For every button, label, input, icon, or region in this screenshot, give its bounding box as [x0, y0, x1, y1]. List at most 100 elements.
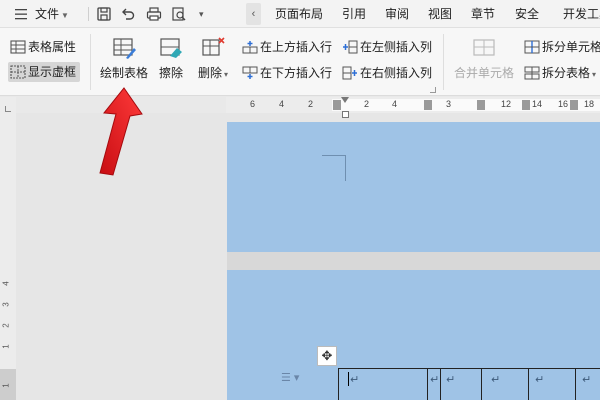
ruler-column-marker[interactable]	[424, 100, 432, 110]
insert-col-right-icon	[342, 66, 357, 80]
delete-button[interactable]: 删除 ▾	[194, 36, 232, 88]
insert-col-left-icon	[343, 40, 358, 54]
gridlines-icon	[10, 65, 26, 79]
ruler-label: 16	[558, 99, 569, 109]
split-cells-label: 拆分单元格	[542, 40, 600, 54]
table-border	[575, 368, 576, 400]
print-preview-icon[interactable]	[171, 6, 187, 22]
file-menu[interactable]: 文件 ▼	[35, 0, 69, 28]
ruler-corner-icon	[5, 106, 11, 112]
tab-chapter[interactable]: 章节	[471, 0, 495, 28]
insert-col-right-button[interactable]: 在右侧插入列	[340, 63, 432, 83]
ruler-label: 3	[446, 99, 452, 109]
tab-view[interactable]: 视图	[428, 0, 452, 28]
insert-row-above-label: 在上方插入行	[260, 40, 333, 54]
tab-review[interactable]: 审阅	[385, 0, 409, 28]
document-page[interactable]	[227, 122, 600, 252]
insert-row-below-button[interactable]: 在下方插入行	[240, 63, 332, 83]
chevron-down-icon: ▼	[61, 11, 69, 20]
ruler-label: 4	[279, 99, 285, 109]
split-table-label: 拆分表格	[542, 66, 591, 80]
insert-col-left-button[interactable]: 在左侧插入列	[340, 37, 432, 57]
menu-hamburger-icon[interactable]	[14, 0, 28, 28]
ruler-label: 12	[501, 99, 512, 109]
page-corner-mark	[322, 155, 346, 181]
table-border	[338, 368, 339, 400]
table-border	[440, 368, 441, 400]
insert-row-above-button[interactable]: 在上方插入行	[240, 37, 332, 57]
ruler-label: 2	[1, 323, 11, 328]
ruler-label: 14	[532, 99, 543, 109]
save-icon[interactable]	[96, 6, 112, 22]
insert-row-above-icon	[242, 41, 258, 54]
merge-cells-button[interactable]: 合并单元格	[451, 36, 517, 88]
ruler-label: 1	[1, 344, 11, 349]
merge-cells-label: 合并单元格	[453, 66, 514, 80]
split-cells-icon	[524, 40, 540, 54]
table-border	[427, 368, 428, 400]
dialog-launcher-icon[interactable]	[430, 87, 436, 93]
tabs-scroll-left-button[interactable]: ‹	[246, 3, 261, 25]
erase-button[interactable]: 擦除	[155, 36, 187, 88]
show-gridlines-button[interactable]: 显示虚框	[8, 62, 81, 82]
delete-label: 删除	[197, 66, 222, 80]
erase-label: 擦除	[158, 66, 183, 80]
ruler-label: 1	[1, 383, 11, 388]
table-border	[481, 368, 482, 400]
show-gridlines-label: 显示虚框	[28, 65, 77, 79]
draw-table-label: 绘制表格	[99, 66, 148, 80]
table-cell[interactable]: ↵	[535, 373, 544, 386]
ruler-label: 6	[250, 99, 256, 109]
first-line-indent-marker[interactable]	[341, 97, 349, 103]
table-cell[interactable]: ↵	[350, 373, 359, 386]
table-cell[interactable]: ↵	[582, 373, 591, 386]
split-cells-button[interactable]: 拆分单元格	[522, 37, 600, 57]
chevron-left-icon: ‹	[251, 8, 256, 20]
tab-references[interactable]: 引用	[342, 0, 366, 28]
chevron-down-icon: ▾	[592, 70, 597, 79]
undo-icon[interactable]	[120, 6, 136, 22]
insert-col-right-label: 在右侧插入列	[360, 66, 433, 80]
tab-developer-tools[interactable]: 开发工具	[563, 0, 600, 28]
insert-row-below-icon	[242, 66, 258, 79]
table-cell[interactable]: ↵	[430, 373, 439, 386]
quick-access-more-icon[interactable]: ▾	[199, 0, 204, 28]
tab-page-layout[interactable]: 页面布局	[275, 0, 323, 28]
ruler-label: 4	[392, 99, 398, 109]
text-cursor	[348, 372, 349, 386]
page-separator	[227, 252, 600, 270]
chevron-down-icon: ▾	[224, 70, 229, 79]
divider	[443, 34, 444, 90]
ruler-label: 2	[364, 99, 370, 109]
insert-row-below-label: 在下方插入行	[260, 66, 333, 80]
ruler-label: 3	[1, 302, 11, 307]
vertical-ruler[interactable]: 4 3 2 1 1	[0, 97, 16, 400]
draw-table-icon	[113, 38, 136, 59]
ruler-column-marker[interactable]	[522, 100, 530, 110]
table-cell[interactable]: ↵	[491, 373, 500, 386]
delete-table-icon	[202, 37, 225, 56]
left-indent-marker[interactable]	[342, 111, 349, 118]
ruler-label: 2	[308, 99, 314, 109]
red-arrow-annotation-icon	[99, 87, 143, 176]
file-menu-label: 文件	[35, 7, 60, 21]
divider	[88, 7, 89, 21]
split-table-button[interactable]: 拆分表格 ▾	[522, 63, 596, 83]
ruler-column-marker[interactable]	[333, 100, 341, 110]
print-icon[interactable]	[146, 6, 162, 22]
table-properties-icon	[10, 40, 26, 54]
tab-security[interactable]: 安全	[515, 0, 539, 28]
ruler-label: 18	[584, 99, 595, 109]
menu-bar: 文件▼ ▾ ‹ 页面布局 引用 审阅 视图 章节 安全 开发工具	[0, 0, 600, 28]
ruler-label: 4	[1, 281, 11, 286]
table-border	[528, 368, 529, 400]
table-border	[338, 368, 600, 369]
table-cell[interactable]: ↵	[446, 373, 455, 386]
ruler-column-marker[interactable]	[570, 100, 578, 110]
table-move-handle-icon[interactable]: ✥	[317, 346, 337, 366]
ruler-column-marker[interactable]	[477, 100, 485, 110]
paragraph-align-icon[interactable]: ☰ ▾	[281, 371, 299, 384]
table-properties-button[interactable]: 表格属性	[8, 37, 76, 57]
merge-cells-icon	[473, 39, 495, 56]
table-properties-label: 表格属性	[28, 40, 77, 54]
